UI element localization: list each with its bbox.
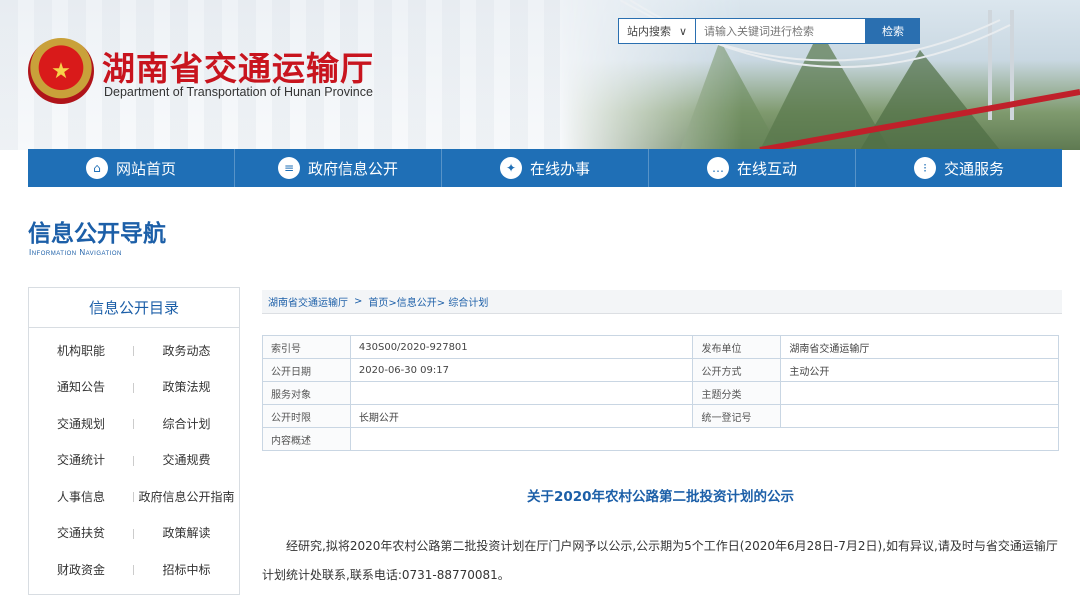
sidebar-item-institution[interactable]: 机构职能 [29, 332, 134, 369]
sidebar-item-poverty-relief[interactable]: 交通扶贫 [29, 515, 134, 552]
site-header: ★ 湖南省交通运输厅 Department of Transportation … [0, 0, 1080, 150]
national-emblem-icon: ★ [28, 38, 94, 104]
sidebar-links: 机构职能 政务动态 通知公告 政策法规 交通规划 综合计划 交通统计 交通规费 … [29, 328, 239, 588]
table-cell: 湖南省交通运输厅 [780, 335, 1059, 359]
search-button[interactable]: 检索 [866, 18, 920, 44]
nav-item-label: 政府信息公开 [307, 159, 398, 178]
table-cell: 服务对象 [262, 381, 351, 405]
article-title: 关于2020年农村公路第二批投资计划的公示 [526, 489, 795, 505]
table-cell [349, 381, 694, 405]
sidebar-item-fees[interactable]: 交通规费 [134, 442, 239, 479]
table-cell: 公开日期 [262, 358, 351, 382]
breadcrumb-root-link[interactable]: 湖南省交通运输厅 [268, 294, 348, 309]
table-cell: 430S00/2020-927801 [349, 335, 694, 359]
table-cell [780, 404, 1059, 428]
sidebar-item-disclosure-guide[interactable]: 政府信息公开指南 [134, 478, 239, 515]
table-row: 公开时限 长期公开 统一登记号 [262, 404, 1059, 428]
sidebar-item-personnel[interactable]: 人事信息 [29, 478, 134, 515]
main-nav: ⌂ 网站首页 ≡ 政府信息公开 ✦ 在线办事 … 在线互动 ⁝ 交通服务 [28, 149, 1062, 187]
nav-item-label: 网站首页 [115, 159, 176, 178]
search-scope-label: 站内搜索 [627, 25, 671, 38]
table-cell: 统一登记号 [692, 404, 782, 428]
table-cell: 公开时限 [262, 404, 351, 428]
site-subtitle: Department of Transportation of Hunan Pr… [104, 85, 373, 99]
table-row: 内容概述 [262, 427, 1060, 451]
nav-item-online-service[interactable]: ✦ 在线办事 [442, 149, 649, 187]
table-row: 索引号 430S00/2020-927801 发布单位 湖南省交通运输厅 [262, 335, 1059, 359]
table-cell: 2020-06-30 09:17 [349, 358, 694, 382]
sidebar-item-statistics[interactable]: 交通统计 [29, 442, 134, 479]
sidebar-item-notices[interactable]: 通知公告 [29, 369, 134, 406]
sidebar-item-bidding[interactable]: 招标中标 [134, 551, 239, 588]
sidebar-heading: 信息公开目录 [29, 288, 239, 328]
search-input[interactable] [696, 18, 866, 44]
section-title: 信息公开导航 [28, 221, 166, 247]
table-cell: 公开方式 [692, 358, 782, 382]
search-bar: 站内搜索 ∨ 检索 [618, 18, 920, 44]
sidebar-item-policies[interactable]: 政策法规 [134, 369, 239, 406]
chat-icon: … [706, 157, 729, 179]
sidebar-item-gov-news[interactable]: 政务动态 [134, 332, 239, 369]
service-icon: ⁝ [913, 157, 936, 179]
table-cell: 主动公开 [780, 358, 1059, 382]
nav-item-home[interactable]: ⌂ 网站首页 [28, 149, 235, 187]
breadcrumb: 湖南省交通运输厅 > 首页>信息公开> 综合计划 [262, 290, 1062, 314]
table-cell: 主题分类 [692, 381, 782, 405]
site-title: 湖南省交通运输厅 [102, 49, 374, 88]
nav-item-label: 在线互动 [736, 159, 797, 178]
document-icon: ≡ [277, 157, 300, 179]
table-cell: 长期公开 [349, 404, 694, 428]
sidebar-item-planning[interactable]: 交通规划 [29, 405, 134, 442]
info-catalog-sidebar: 信息公开目录 机构职能 政务动态 通知公告 政策法规 交通规划 综合计划 交通统… [28, 287, 240, 595]
search-scope-select[interactable]: 站内搜索 ∨ [618, 18, 696, 44]
sidebar-item-policy-interpretation[interactable]: 政策解读 [134, 515, 239, 552]
metadata-table: 索引号 430S00/2020-927801 发布单位 湖南省交通运输厅 公开日… [262, 335, 1060, 451]
nav-item-label: 在线办事 [529, 159, 590, 178]
table-cell: 发布单位 [692, 335, 782, 359]
breadcrumb-separator: > [354, 296, 363, 307]
sidebar-item-comprehensive-plan[interactable]: 综合计划 [134, 405, 239, 442]
table-row: 公开日期 2020-06-30 09:17 公开方式 主动公开 [262, 358, 1059, 382]
home-icon: ⌂ [85, 157, 108, 179]
table-cell: 内容概述 [262, 427, 351, 451]
nav-item-transport-service[interactable]: ⁝ 交通服务 [856, 149, 1062, 187]
table-cell [349, 427, 1060, 451]
nav-item-interaction[interactable]: … 在线互动 [649, 149, 856, 187]
article-body: 经研究,拟将2020年农村公路第二批投资计划在厅门户网予以公示,公示期为5个工作… [262, 539, 1058, 582]
nav-item-label: 交通服务 [943, 159, 1004, 178]
table-cell [780, 381, 1059, 405]
breadcrumb-path-link[interactable]: 首页>信息公开> 综合计划 [368, 294, 488, 309]
nav-item-gov-info[interactable]: ≡ 政府信息公开 [235, 149, 442, 187]
sidebar-item-finance[interactable]: 财政资金 [29, 551, 134, 588]
handshake-icon: ✦ [499, 157, 522, 179]
table-cell: 索引号 [262, 335, 351, 359]
section-subtitle: Information Navigation [29, 248, 122, 257]
chevron-down-icon: ∨ [678, 24, 687, 38]
table-row: 服务对象 主题分类 [262, 381, 1059, 405]
